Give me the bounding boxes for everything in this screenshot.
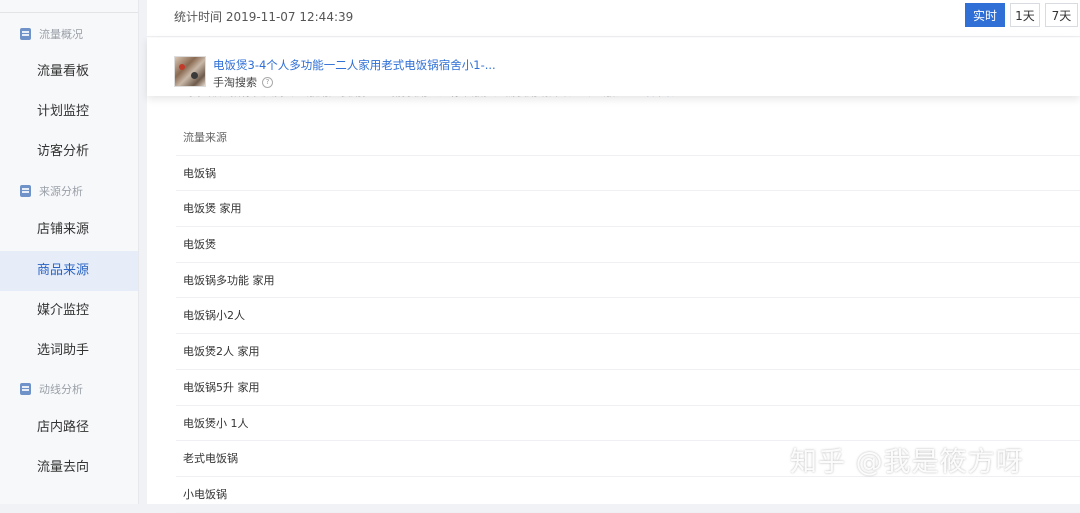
report-icon bbox=[20, 28, 31, 40]
source-label: 手淘搜索 bbox=[213, 76, 257, 89]
product-title-link[interactable]: 电饭煲3-4个人多功能一二人家用老式电饭锅宿舍小1-... bbox=[213, 57, 496, 73]
sidebar-section-label: 流量概况 bbox=[39, 28, 83, 41]
sidebar-item-traffic-board[interactable]: 流量看板 bbox=[0, 52, 138, 92]
sidebar-item-traffic-destination[interactable]: 流量去向 bbox=[0, 448, 138, 488]
table-row[interactable]: 电饭锅多功能 家用 bbox=[176, 263, 1080, 299]
sidebar: 流量概况 流量看板 计划监控 访客分析 来源分析 店铺来源 商品来源 媒介监控 … bbox=[0, 0, 139, 504]
sidebar-item-store-path[interactable]: 店内路径 bbox=[0, 408, 138, 448]
stat-time-label: 统计时间 2019-11-07 12:44:39 bbox=[174, 10, 354, 24]
sidebar-item-store-source[interactable]: 店铺来源 bbox=[0, 210, 138, 250]
table-row[interactable]: 电饭煲 bbox=[176, 227, 1080, 263]
main-panel: 统计时间 2019-11-07 12:44:39 实时 1天 7天 亲，部分指标… bbox=[147, 0, 1080, 513]
product-tooltip: 电饭煲3-4个人多功能一二人家用老式电饭锅宿舍小1-... 手淘搜索 ? bbox=[147, 38, 1080, 96]
sidebar-item-visitor-analysis[interactable]: 访客分析 bbox=[0, 132, 138, 172]
sidebar-section-label: 动线分析 bbox=[39, 383, 83, 396]
sidebar-item-keyword-helper[interactable]: 选词助手 bbox=[0, 331, 138, 371]
table-row[interactable]: 电饭锅 bbox=[176, 156, 1080, 192]
table-row[interactable]: 小电饭锅 bbox=[176, 477, 1080, 513]
watermark: 知乎 @我是筱方呀 bbox=[790, 447, 1024, 478]
sidebar-section-label: 来源分析 bbox=[39, 185, 83, 198]
product-thumbnail[interactable] bbox=[174, 56, 206, 87]
sidebar-section-traffic-overview: 流量概况 bbox=[20, 24, 83, 44]
table-row[interactable]: 电饭煲2人 家用 bbox=[176, 334, 1080, 370]
sidebar-divider bbox=[0, 12, 138, 13]
table-header: 流量来源 bbox=[176, 120, 1080, 156]
range-1day-button[interactable]: 1天 bbox=[1010, 3, 1040, 27]
sidebar-section-source-analysis: 来源分析 bbox=[20, 181, 83, 201]
table-row[interactable]: 电饭煲 家用 bbox=[176, 191, 1080, 228]
help-icon[interactable]: ? bbox=[262, 76, 273, 88]
range-realtime-button[interactable]: 实时 bbox=[965, 3, 1005, 27]
table-row[interactable]: 电饭锅5升 家用 bbox=[176, 370, 1080, 406]
report-icon bbox=[20, 185, 31, 197]
report-icon bbox=[20, 383, 31, 395]
product-source: 手淘搜索 ? bbox=[213, 74, 273, 90]
sidebar-section-path-analysis: 动线分析 bbox=[20, 379, 83, 399]
table-row[interactable]: 电饭锅小2人 bbox=[176, 298, 1080, 335]
range-7day-button[interactable]: 7天 bbox=[1045, 3, 1078, 27]
header-bar: 统计时间 2019-11-07 12:44:39 实时 1天 7天 bbox=[147, 0, 1080, 37]
sidebar-item-media-monitor[interactable]: 媒介监控 bbox=[0, 291, 138, 331]
sidebar-item-product-source[interactable]: 商品来源 bbox=[0, 251, 138, 291]
sidebar-item-plan-monitor[interactable]: 计划监控 bbox=[0, 92, 138, 132]
table-row[interactable]: 电饭煲小 1人 bbox=[176, 406, 1080, 442]
